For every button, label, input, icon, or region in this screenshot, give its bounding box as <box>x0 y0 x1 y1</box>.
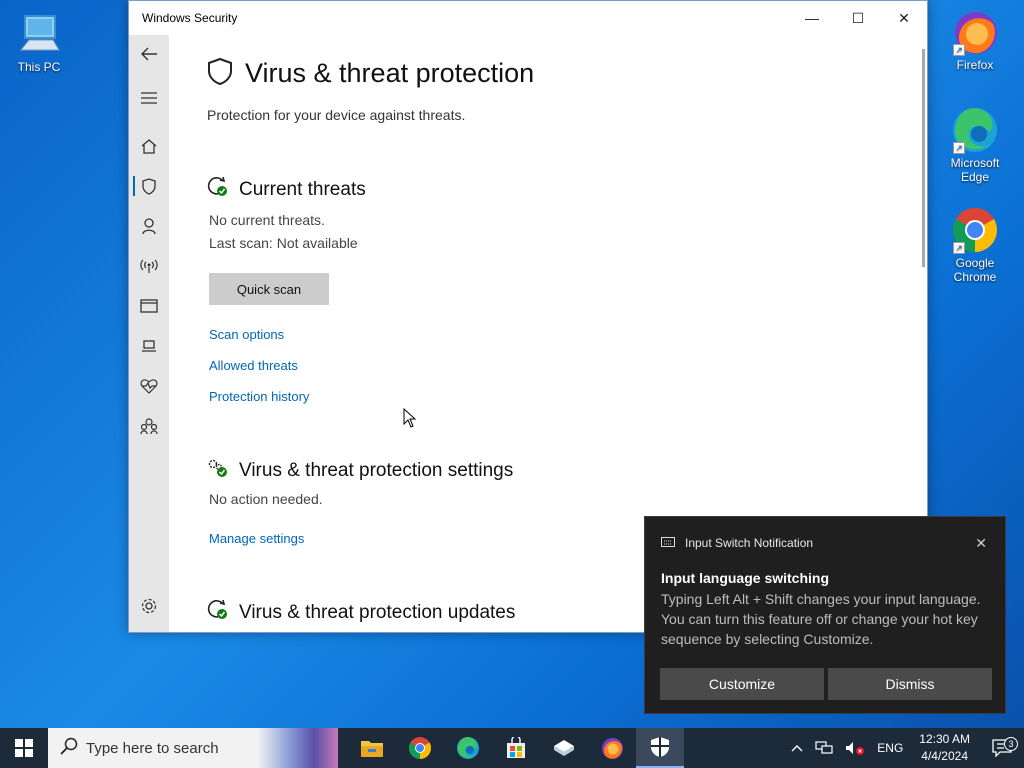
settings-icon[interactable] <box>129 590 169 622</box>
desktop-icon-label: Google Chrome <box>953 256 997 284</box>
shortcut-arrow-icon: ↗ <box>953 44 965 56</box>
folder-icon <box>361 741 383 757</box>
updates-refresh-check-icon <box>207 599 229 625</box>
system-tray: ENG 12:30 AM 4/4/2024 3 <box>785 728 1024 768</box>
back-icon[interactable] <box>129 38 169 70</box>
chevron-up-icon[interactable] <box>785 744 809 752</box>
clock[interactable]: 12:30 AM 4/4/2024 <box>909 731 980 765</box>
firefox-icon: ↗ <box>951 8 999 56</box>
notification-title: Input language switching <box>661 570 829 586</box>
desktop-icon-label: This PC <box>17 60 61 74</box>
settings-gear-check-icon <box>207 458 229 483</box>
title-bar[interactable]: Windows Security — ☐ ✕ <box>129 1 927 35</box>
current-threats-heading: Current threats <box>239 178 366 200</box>
window-title: Windows Security <box>142 11 238 25</box>
firewall-icon[interactable] <box>129 250 169 282</box>
updates-heading: Virus & threat protection updates <box>239 601 516 623</box>
home-icon[interactable] <box>129 130 169 162</box>
desktop-icon-chrome[interactable]: ↗ Google Chrome <box>940 206 1010 284</box>
shield-icon <box>207 57 233 90</box>
allowed-threats-link[interactable]: Allowed threats <box>209 358 298 373</box>
notification-app-name: Input Switch Notification <box>685 536 814 550</box>
language-indicator[interactable]: ENG <box>871 741 909 755</box>
maximize-button[interactable]: ☐ <box>835 1 881 35</box>
threats-status: No current threats. <box>209 212 325 228</box>
chrome-icon <box>409 737 431 759</box>
desktop-icon-label: Firefox <box>956 58 994 72</box>
scan-options-link[interactable]: Scan options <box>209 327 284 342</box>
page-subtitle: Protection for your device against threa… <box>207 107 466 123</box>
settings-status: No action needed. <box>209 491 323 507</box>
last-scan-text: Last scan: Not available <box>209 235 358 251</box>
package-icon <box>554 740 574 756</box>
page-title: Virus & threat protection <box>245 58 535 88</box>
store-icon <box>507 737 525 758</box>
search-highlight-art <box>258 728 338 768</box>
taskbar-app-installer[interactable] <box>540 728 588 768</box>
taskbar-windows-security[interactable] <box>636 728 684 768</box>
taskbar-firefox[interactable] <box>588 728 636 768</box>
clock-time: 12:30 AM <box>919 732 970 746</box>
app-browser-icon[interactable] <box>129 290 169 322</box>
desktop-icon-label: Microsoft Edge <box>950 156 1000 184</box>
notification-body: Typing Left Alt + Shift changes your inp… <box>661 591 981 647</box>
dismiss-button[interactable]: Dismiss <box>828 668 992 700</box>
input-switch-notification: Input Switch Notification ✕ Input langua… <box>644 516 1006 714</box>
search-placeholder: Type here to search <box>86 739 219 757</box>
customize-button[interactable]: Customize <box>660 668 824 700</box>
menu-icon[interactable] <box>129 82 169 114</box>
family-icon[interactable] <box>129 410 169 442</box>
firefox-icon <box>602 738 623 759</box>
taskbar-edge[interactable] <box>444 728 492 768</box>
edge-icon <box>457 737 479 759</box>
taskbar-search-box[interactable]: Type here to search <box>48 728 338 768</box>
windows-logo-icon <box>15 739 33 757</box>
shield-icon <box>651 737 669 757</box>
volume-muted-icon[interactable] <box>839 741 871 755</box>
threats-refresh-check-icon <box>207 176 229 202</box>
health-icon[interactable] <box>129 370 169 402</box>
clock-date: 4/4/2024 <box>921 749 968 763</box>
scrollbar[interactable] <box>922 49 925 267</box>
settings-heading: Virus & threat protection settings <box>239 459 514 481</box>
start-button[interactable] <box>0 728 48 768</box>
desktop-icon-this-pc[interactable]: This PC <box>4 10 74 74</box>
network-icon[interactable] <box>809 741 839 755</box>
search-icon <box>60 737 78 759</box>
protection-history-link[interactable]: Protection history <box>209 389 309 404</box>
close-icon[interactable]: ✕ <box>975 535 987 552</box>
desktop-icon-edge[interactable]: ↗ Microsoft Edge <box>940 106 1010 184</box>
taskbar: Type here to search ENG 12:30 AM 4/4/202… <box>0 728 1024 768</box>
mouse-cursor-icon <box>403 407 417 433</box>
device-security-icon[interactable] <box>129 330 169 362</box>
action-center-button[interactable]: 3 <box>980 737 1024 757</box>
close-button[interactable]: ✕ <box>881 1 927 35</box>
quick-scan-button[interactable]: Quick scan <box>209 273 329 305</box>
shield-icon[interactable] <box>129 170 169 202</box>
taskbar-store[interactable] <box>492 728 540 768</box>
account-icon[interactable] <box>129 210 169 242</box>
chrome-icon: ↗ <box>951 206 999 254</box>
computer-icon <box>15 10 63 58</box>
notification-count-badge: 3 <box>1004 737 1018 751</box>
minimize-button[interactable]: — <box>789 1 835 35</box>
shortcut-arrow-icon: ↗ <box>953 142 965 154</box>
keyboard-icon <box>661 536 675 550</box>
shortcut-arrow-icon: ↗ <box>953 242 965 254</box>
manage-settings-link[interactable]: Manage settings <box>209 531 304 546</box>
edge-icon: ↗ <box>951 106 999 154</box>
desktop-icon-firefox[interactable]: ↗ Firefox <box>940 8 1010 72</box>
taskbar-file-explorer[interactable] <box>348 728 396 768</box>
taskbar-chrome[interactable] <box>396 728 444 768</box>
left-nav <box>129 35 169 632</box>
